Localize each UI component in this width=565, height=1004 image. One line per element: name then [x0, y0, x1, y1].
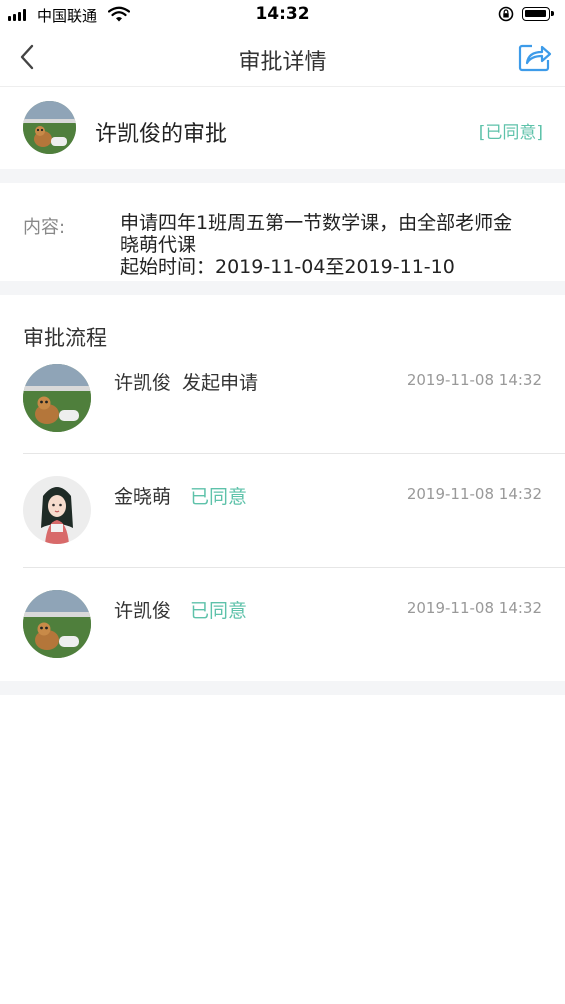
- avatar: [23, 590, 91, 658]
- approver-name: 金晓萌: [114, 486, 172, 508]
- step-action: 已同意: [190, 600, 248, 622]
- approver-name: 许凯俊: [114, 600, 172, 622]
- share-icon[interactable]: [518, 42, 552, 72]
- content-line: 起始时间：2019-11-04至2019-11-10: [120, 256, 455, 278]
- flow-step: 许凯俊 已同意 2019-11-08 14:32: [0, 568, 565, 681]
- step-time: 2019-11-08 14:32: [406, 485, 542, 503]
- status-time: 14:32: [255, 4, 310, 24]
- step-action: 发起申请: [182, 372, 259, 394]
- step-time: 2019-11-08 14:32: [406, 599, 542, 617]
- flow-step: 金晓萌 已同意 2019-11-08 14:32: [0, 454, 565, 567]
- nav-bar: 审批详情: [0, 30, 565, 87]
- status-bar: 中国联通 14:32: [0, 0, 565, 30]
- page-title: 审批详情: [238, 50, 327, 75]
- flow-step: 许凯俊 发起申请 2019-11-08 14:32: [0, 340, 565, 453]
- section-gap: [0, 169, 565, 183]
- section-gap: [0, 681, 565, 695]
- step-action: 已同意: [190, 486, 248, 508]
- content-label: 内容:: [23, 217, 66, 238]
- content-line: 申请四年1班周五第一节数学课，由全部老师金: [120, 212, 513, 234]
- section-gap: [0, 281, 565, 295]
- avatar: [23, 476, 91, 544]
- status-badge: [已同意]: [478, 123, 543, 143]
- approval-flow: 审批流程 许凯俊 发起申请 2019-11-08 14:32 金晓萌 已同意 2…: [0, 295, 565, 681]
- avatar: [23, 101, 76, 154]
- step-time: 2019-11-08 14:32: [406, 371, 542, 389]
- content-text: 申请四年1班周五第一节数学课，由全部老师金 晓萌代课 起始时间：2019-11-…: [120, 212, 550, 278]
- approval-header: 许凯俊的审批 [已同意]: [0, 87, 565, 169]
- approval-title: 许凯俊的审批: [95, 122, 228, 147]
- content-section: 内容: 申请四年1班周五第一节数学课，由全部老师金 晓萌代课 起始时间：2019…: [0, 183, 565, 281]
- content-line: 晓萌代课: [120, 234, 197, 256]
- battery-icon: [522, 7, 554, 21]
- rotation-lock-icon: [498, 6, 514, 22]
- avatar: [23, 364, 91, 432]
- approver-name: 许凯俊: [114, 372, 172, 394]
